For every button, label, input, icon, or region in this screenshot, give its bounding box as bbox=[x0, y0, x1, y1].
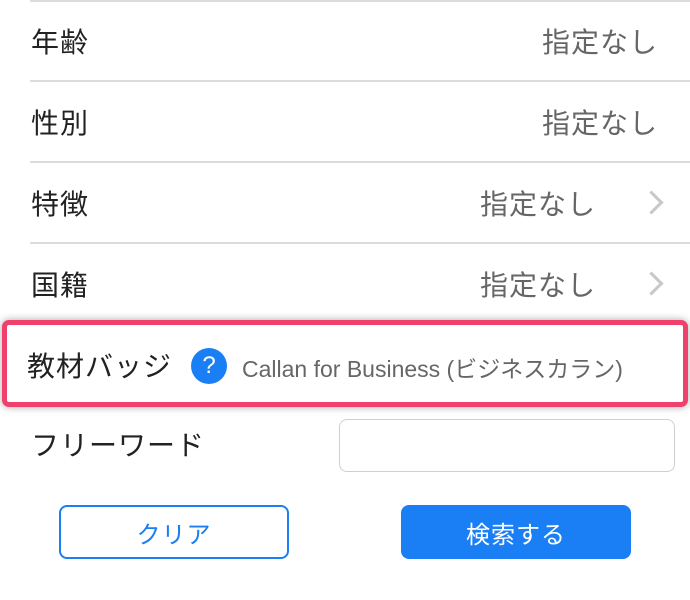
chevron-right-icon bbox=[639, 190, 664, 215]
filter-label-gender: 性別 bbox=[31, 106, 90, 140]
badge-value: Callan for Business (ビジネスカラン) bbox=[242, 356, 623, 382]
filter-value-age: 指定なし bbox=[541, 26, 658, 59]
badge-label: 教材バッジ bbox=[27, 350, 173, 383]
filter-label-nationality: 国籍 bbox=[31, 268, 90, 302]
filter-value-nationality: 指定なし bbox=[479, 268, 596, 302]
search-button[interactable]: 検索する bbox=[401, 505, 631, 559]
filter-row-age[interactable]: 年齢 指定なし bbox=[0, 2, 690, 80]
freeword-input[interactable] bbox=[339, 419, 675, 472]
clear-button[interactable]: クリア bbox=[59, 505, 289, 559]
chevron-right-icon bbox=[639, 271, 664, 296]
filter-label-age: 年齢 bbox=[31, 26, 90, 59]
filter-value-features: 指定なし bbox=[479, 187, 596, 221]
freeword-label: フリーワード bbox=[31, 429, 206, 462]
filter-row-nationality[interactable]: 国籍 指定なし bbox=[0, 244, 690, 323]
filter-value-gender: 指定なし bbox=[541, 106, 658, 140]
filter-row-features[interactable]: 特徴 指定なし bbox=[0, 163, 690, 242]
filter-row-gender[interactable]: 性別 指定なし bbox=[0, 82, 690, 161]
search-filter-panel: 年齢 指定なし 性別 指定なし 特徴 指定なし 国籍 指定なし 教材バッジ ? … bbox=[0, 0, 690, 600]
help-icon[interactable]: ? bbox=[191, 348, 227, 384]
filter-label-features: 特徴 bbox=[31, 187, 90, 221]
